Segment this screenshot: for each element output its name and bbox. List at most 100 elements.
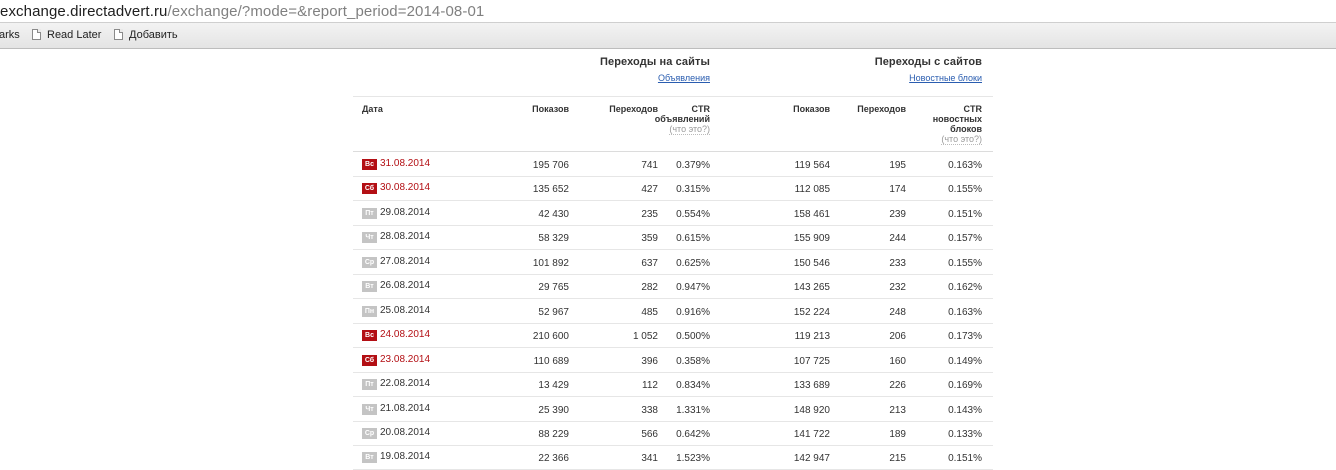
date-cell: Пн 25.08.2014 [362,305,430,317]
what-is-this-link[interactable]: (что это?) [941,134,982,145]
date-label: 19.08.2014 [380,451,431,463]
shows-cell: 133 689 [793,380,830,392]
bookmark-item-add[interactable]: Добавить [114,29,178,41]
shows-cell: 22 366 [538,453,569,465]
ctr-cell: 0.155% [948,184,982,196]
group-title: Переходы с сайтов [874,56,982,68]
clicks-cell: 215 [889,453,906,465]
header-divider [353,96,993,97]
clicks-cell: 427 [641,184,658,196]
shows-cell: 29 765 [538,282,569,294]
table-row: Чт 21.08.2014 25 390 338 1.331% 148 920 213 0.1… [353,397,993,422]
table-row: Пт 29.08.2014 42 430 235 0.554% 158 461 239 0.1… [353,201,993,226]
clicks-cell: 359 [641,233,658,245]
ctr-cell: 0.169% [948,380,982,392]
table-row: Вс 24.08.2014 210 600 1 052 0.500% 119 213 206… [353,323,993,349]
ctr-cell: 0.834% [676,380,710,392]
bookmark-item-read-later[interactable]: Read Later [32,29,101,41]
ctr-cell: 0.379% [676,160,710,171]
ctr-cell: 0.163% [948,160,982,171]
clicks-cell: 189 [889,428,906,440]
clicks-cell: 282 [641,282,658,294]
shows-cell: 152 224 [793,306,830,318]
date-cell: Чт 21.08.2014 [362,403,430,415]
weekday-badge: Вс [362,159,377,170]
bookmark-item-bookmarks[interactable]: arks [0,29,20,41]
ctr-cell: 0.358% [676,355,710,367]
ctr-sublabel: объявлений [654,114,710,124]
shows-cell: 110 689 [533,355,569,367]
group-header-from-sites: Переходы с сайтов Новостные блоки [875,56,982,83]
date-label: 29.08.2014 [380,206,431,218]
clicks-cell: 233 [889,257,906,269]
ads-link[interactable]: Объявления [600,73,710,83]
ctr-cell: 1.331% [676,404,710,416]
clicks-cell: 226 [889,380,906,392]
table-row: Вс 31.08.2014 195 706 741 0.379% 119 564 195 0.… [353,152,993,177]
address-bar[interactable]: exchange.directadvert.ru/exchange/?mode=… [0,0,1336,22]
shows-cell: 119 564 [794,160,830,171]
ctr-sublabel: новостных [932,114,982,124]
ctr-cell: 0.143% [948,404,982,416]
table-row: Ср 20.08.2014 88 229 566 0.642% 141 722 189 0.1… [353,421,993,446]
shows-cell: 150 546 [793,257,830,269]
ctr-label: CTR [691,104,711,114]
weekday-badge: Пт [362,207,377,219]
table-row: Пт 22.08.2014 13 429 112 0.834% 133 689 226 0.1… [353,372,993,398]
clicks-cell: 206 [889,331,906,343]
clicks-cell: 235 [641,208,658,220]
date-cell: Ср 27.08.2014 [362,256,430,268]
address-url[interactable]: exchange.directadvert.ru/exchange/?mode=… [0,3,484,20]
group-header-to-sites: Переходы на сайты Объявления [600,56,710,83]
table-row: Сб 23.08.2014 110 689 396 0.358% 107 725 160 0.… [353,348,993,373]
address-path: /exchange/?mode=&report_period=2014-08-0… [167,3,485,20]
shows-cell: 52 967 [538,306,569,318]
clicks-cell: 1 052 [632,331,658,343]
ctr-cell: 0.554% [676,208,710,220]
ctr-cell: 0.500% [676,331,710,343]
weekday-badge: Чт [362,232,377,244]
group-title: Переходы на сайты [600,56,710,68]
date-cell: Вс 31.08.2014 [362,158,430,170]
ctr-cell: 0.163% [948,306,982,318]
clicks-cell: 239 [889,208,906,220]
ctr-cell: 0.173% [948,331,982,343]
col-header-shows: Показов [532,104,569,114]
bookmark-label: Read Later [47,29,102,41]
shows-cell: 155 909 [793,233,830,245]
clicks-cell: 566 [641,428,658,440]
table-row: Вт 19.08.2014 22 366 341 1.523% 142 947 215 0.1… [353,445,993,470]
date-label: 26.08.2014 [380,280,431,292]
ctr-cell: 0.151% [948,453,982,465]
shows-cell: 148 920 [793,404,830,416]
shows-cell: 195 706 [532,160,569,171]
date-label: 28.08.2014 [380,231,431,243]
bookmark-label: arks [0,29,20,41]
date-label: 20.08.2014 [380,426,431,438]
what-is-this-link[interactable]: (что это?) [669,124,710,135]
col-header-ctr-ads: CTR объявлений (что это?) [654,104,711,135]
ctr-label: CTR [963,104,983,114]
shows-cell: 25 390 [538,404,569,416]
clicks-cell: 244 [889,233,906,245]
ctr-cell: 0.625% [676,257,710,269]
table-row: Ср 27.08.2014 101 892 637 0.625% 150 546 233 0.… [353,250,993,275]
weekday-badge: Вт [362,281,377,293]
date-cell: Вс 24.08.2014 [362,329,430,342]
clicks-cell: 248 [889,306,906,318]
clicks-cell: 485 [641,306,658,318]
date-cell: Сб 23.08.2014 [362,354,430,366]
news-blocks-link[interactable]: Новостные блоки [875,73,982,83]
shows-cell: 158 461 [793,208,830,220]
table-row: Сб 30.08.2014 135 652 427 0.315% 112 085 174 0.… [353,176,993,202]
date-label: 23.08.2014 [380,353,431,365]
ctr-cell: 0.162% [948,282,982,294]
table-row: Чт 28.08.2014 58 329 359 0.615% 155 909 244 0.1… [353,225,993,251]
shows-cell: 13 429 [538,380,569,392]
date-label: 27.08.2014 [380,255,431,267]
weekday-badge: Сб [362,183,377,195]
clicks-cell: 195 [889,160,906,171]
weekday-badge: Сб [362,354,377,366]
shows-cell: 107 725 [793,355,830,367]
ctr-cell: 0.916% [676,306,710,318]
